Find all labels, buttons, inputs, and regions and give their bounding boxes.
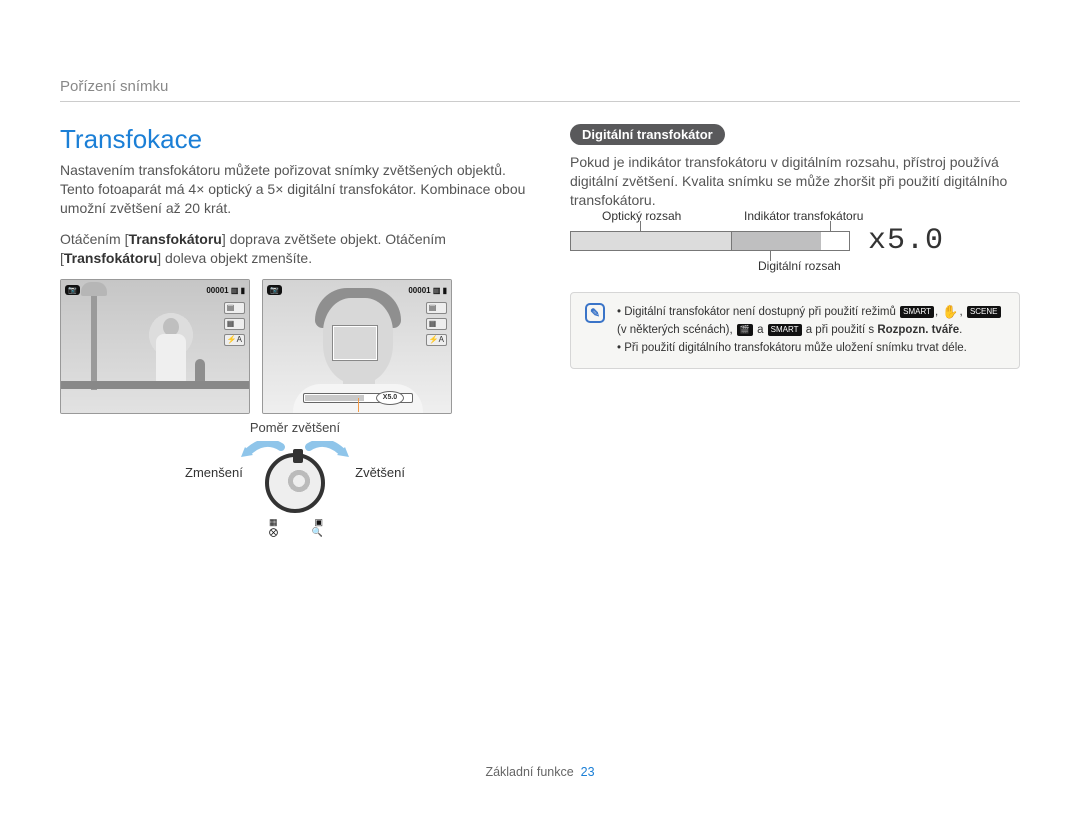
focus-frame-icon [333, 326, 377, 360]
scene-mode-icon: SCENE [967, 306, 1001, 318]
section-heading: Transfokace [60, 124, 530, 155]
note-item-2: Při použití digitálního transfokátoru mů… [617, 339, 1005, 357]
smart-movie-mode-icon: SMART [768, 324, 802, 336]
optical-range-label: Optický rozsah [602, 209, 681, 223]
zoom-indicator-label: Indikátor transfokátoru [744, 209, 894, 223]
osd-size-icon: ▤ [224, 302, 245, 314]
digital-range-label: Digitální rozsah [758, 259, 841, 273]
subsection-pill: Digitální transfokátor [570, 124, 725, 145]
camera-mode-icon: 📷 [65, 285, 80, 295]
ois-mode-icon: ✋ [942, 307, 958, 317]
osd-quality-icon: ▦ [224, 318, 245, 330]
zoom-range-diagram: Optický rozsah Indikátor transfokátoru D… [570, 231, 850, 251]
digital-zoom-paragraph: Pokud je indikátor transfokátoru v digit… [570, 153, 1020, 210]
zoom-value-readout: x5.0 [868, 224, 944, 258]
usage-paragraph: Otáčením [Transfokátoru] doprava zvětšet… [60, 230, 530, 268]
zoom-in-label: Zvětšení [355, 465, 405, 480]
movie-mode-icon: 🎬 [737, 324, 753, 336]
note-icon: ✎ [585, 303, 605, 323]
zoom-out-label: Zmenšení [185, 465, 243, 480]
osd-flash-icon: ⚡A [224, 334, 245, 346]
intro-paragraph: Nastavením transfokátoru můžete pořizova… [60, 161, 530, 218]
zoom-dial-icon [265, 453, 325, 513]
camera-mode-icon: 📷 [267, 285, 282, 295]
page-footer: Základní funkce 23 [0, 765, 1080, 779]
note-item-1: Digitální transfokátor není dostupný při… [617, 303, 1005, 340]
example-screen-wide: 📷 00001 ▥ ▮ ▤ ▦ ⚡A [60, 279, 250, 414]
smart-mode-icon: SMART [900, 306, 934, 318]
zoom-ratio-label: Poměr zvětšení [60, 420, 530, 435]
breadcrumb: Pořízení snímku [60, 78, 1020, 102]
note-box: ✎ Digitální transfokátor není dostupný p… [570, 292, 1020, 369]
example-screen-zoomed: 📷 00001 ▥ ▮ ▤ ▦ ⚡A X5.0 [262, 279, 452, 414]
